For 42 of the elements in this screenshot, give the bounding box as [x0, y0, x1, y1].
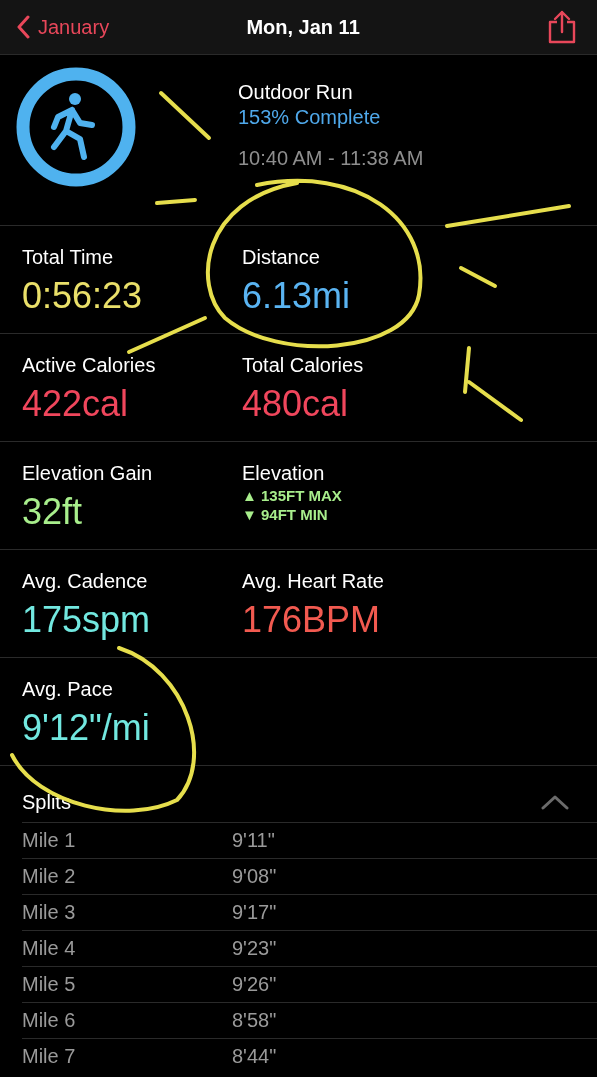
stat-label: Avg. Heart Rate [242, 570, 384, 593]
split-time: 9'26" [232, 973, 277, 996]
split-label: Mile 3 [22, 901, 76, 924]
stat-value: 176BPM [242, 599, 381, 641]
completion-text: 153% Complete [238, 106, 382, 129]
split-label: Mile 2 [22, 865, 76, 888]
split-time: 9'23" [232, 937, 277, 960]
stat-value: 0:56:23 [22, 275, 143, 317]
min-elevation: ▼ 94FT MIN [242, 506, 328, 523]
stat-label: Elevation Gain [22, 462, 153, 485]
split-time: 9'08" [232, 865, 277, 888]
stat-value: 422cal [22, 383, 129, 425]
split-time: 9'11" [232, 829, 275, 852]
back-button[interactable]: January [16, 15, 110, 39]
chevron-up-icon[interactable] [541, 794, 569, 810]
stat-label: Total Calories [242, 354, 364, 377]
split-label: Mile 4 [22, 937, 76, 960]
stat-label: Avg. Pace [22, 678, 113, 701]
stat-value: 480cal [242, 383, 349, 425]
chevron-left-icon [16, 15, 30, 39]
time-range: 10:40 AM - 11:38 AM [238, 147, 424, 170]
split-label: Mile 5 [22, 973, 76, 996]
split-time: 8'44" [232, 1045, 277, 1068]
stat-value: 175spm [22, 599, 151, 641]
stat-label: Elevation [242, 462, 325, 485]
split-label: Mile 6 [22, 1009, 76, 1032]
stat-value: 6.13mi [242, 275, 351, 317]
stat-value: 32ft [22, 491, 83, 533]
page-title: Mon, Jan 11 [245, 15, 361, 39]
split-label: Mile 1 [22, 829, 76, 852]
stat-label: Avg. Cadence [22, 570, 148, 593]
split-label: Mile 7 [22, 1045, 76, 1068]
share-icon[interactable] [547, 10, 577, 44]
split-time: 9'17" [232, 901, 277, 924]
workout-name: Outdoor Run [238, 81, 354, 104]
stat-value: 9'12"/mi [22, 707, 150, 749]
stat-label: Active Calories [22, 354, 156, 377]
split-time: 8'58" [232, 1009, 277, 1032]
stat-label: Distance [242, 246, 320, 269]
running-ring-icon [14, 65, 138, 189]
max-elevation: ▲ 135FT MAX [242, 487, 342, 504]
stat-label: Total Time [22, 246, 114, 269]
